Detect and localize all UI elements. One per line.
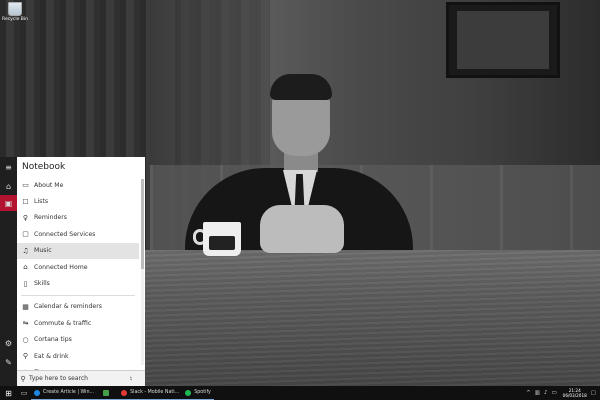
reminders-icon: ♀ [22,213,29,222]
slack-app-icon [121,389,128,396]
search-box[interactable]: ⚲ ♮ [17,370,145,386]
notebook-divider [21,294,135,296]
notebook-item-label: Connected Services [34,230,96,238]
skills-icon: ▯ [23,279,28,288]
file-explorer-icon [103,389,110,396]
connected-home-icon: ⌂ [23,263,28,272]
spotify-app-icon [185,389,192,396]
search-input[interactable] [29,375,125,382]
man-hands [260,205,344,253]
taskbar-app-label: Slack - Mobile Nati... [130,390,180,395]
eat-drink-icon: ⚲ [22,352,29,361]
taskbar-app-label: Spotify [194,390,211,395]
notebook-panel: Notebook ▭ About Me ☐ Lists ♀ Reminders ▢ Conne… [17,157,145,370]
volume-icon[interactable]: ♪ [544,390,548,396]
notebook-item-label: Reminders [34,214,67,222]
mug-logo [209,236,235,250]
taskbar: ⊞ ▭ Create Article | Win... Slack - Mobi… [0,386,600,400]
notebook-item-music[interactable]: ♫ Music [17,242,139,259]
man-hair [270,74,332,100]
notebook-item-label: Connected Home [34,263,88,271]
notebook-item-label: Skills [34,280,50,288]
commute-icon: ⇋ [22,319,29,328]
notebook-title: Notebook [22,162,66,172]
calendar-icon: ▦ [22,302,29,311]
cortana-tips-icon: ○ [22,335,29,344]
taskbar-app-slack[interactable]: Slack - Mobile Nati... [118,386,183,400]
notebook-item-label: Eat & drink [34,352,69,360]
notebook-item-label: Commute & traffic [34,319,92,327]
clock-date: 06/03/2018 [562,393,587,398]
chevron-up-icon[interactable]: ^ [526,390,531,396]
taskbar-app-spotify[interactable]: Spotify [182,386,214,400]
connected-services-icon: ▢ [22,230,29,239]
home-icon[interactable]: ⌂ [0,178,17,194]
picture-frame [446,2,560,78]
taskbar-app-explorer[interactable] [97,386,119,400]
notebook-item-skills[interactable]: ▯ Skills [17,275,139,291]
recycle-bin-icon [8,2,22,16]
notebook-item-label: Music [34,247,52,255]
microphone-icon[interactable]: ♮ [125,375,137,383]
taskbar-app-browser[interactable]: Create Article | Win... [31,386,98,400]
notebook-list: ▭ About Me ☐ Lists ♀ Reminders ▢ Connected Serv… [17,177,139,370]
notebook-item-about-me[interactable]: ▭ About Me [17,177,139,193]
recycle-bin[interactable]: Recycle Bin [2,2,28,22]
clock[interactable]: 21:24 06/03/2018 [563,388,587,398]
browser-app-icon [34,389,40,396]
task-view-icon[interactable]: ▭ [17,386,31,400]
cortana-rail: ≡ ⌂ ▣ ⚙ ✎ [0,157,17,386]
feedback-icon[interactable]: ✎ [0,354,17,370]
notebook-item-label: Calendar & reminders [34,303,102,311]
start-button[interactable]: ⊞ [0,386,17,400]
lists-icon: ☐ [22,197,29,206]
notebook-item-calendar-reminders[interactable]: ▦ Calendar & reminders [17,299,139,315]
notebook-item-lists[interactable]: ☐ Lists [17,193,139,209]
search-icon: ⚲ [20,374,26,383]
notebook-item-connected-services[interactable]: ▢ Connected Services [17,226,139,242]
notebook-item-commute-traffic[interactable]: ⇋ Commute & traffic [17,315,139,331]
notebook-item-label: About Me [34,181,64,189]
scrollbar[interactable] [141,179,144,365]
settings-gear-icon[interactable]: ⚙ [0,335,17,351]
music-icon: ♫ [22,246,29,255]
hamburger-menu-icon[interactable]: ≡ [0,159,17,175]
battery-icon[interactable]: ▭ [551,390,556,396]
notebook-item-label: Cortana tips [34,336,72,344]
notebook-item-eat-drink[interactable]: ⚲ Eat & drink [17,348,139,364]
notebook-item-reminders[interactable]: ♀ Reminders [17,210,139,226]
windows-logo-icon: ⊞ [5,388,12,398]
notebook-item-cortana-tips[interactable]: ○ Cortana tips [17,332,139,348]
system-tray: ^ ▥ ♪ ▭ 21:24 06/03/2018 ▢ [522,386,596,400]
scrollbar-thumb[interactable] [141,179,144,269]
network-icon[interactable]: ▥ [535,390,540,396]
notifications-icon[interactable]: ▢ [591,390,596,396]
notebook-item-connected-home[interactable]: ⌂ Connected Home [17,259,139,275]
taskbar-app-label: Create Article | Win... [43,390,95,395]
notebook-item-label: Lists [34,198,49,206]
notebook-icon[interactable]: ▣ [0,195,17,211]
recycle-bin-label: Recycle Bin [2,17,28,22]
about-me-icon: ▭ [22,181,29,190]
